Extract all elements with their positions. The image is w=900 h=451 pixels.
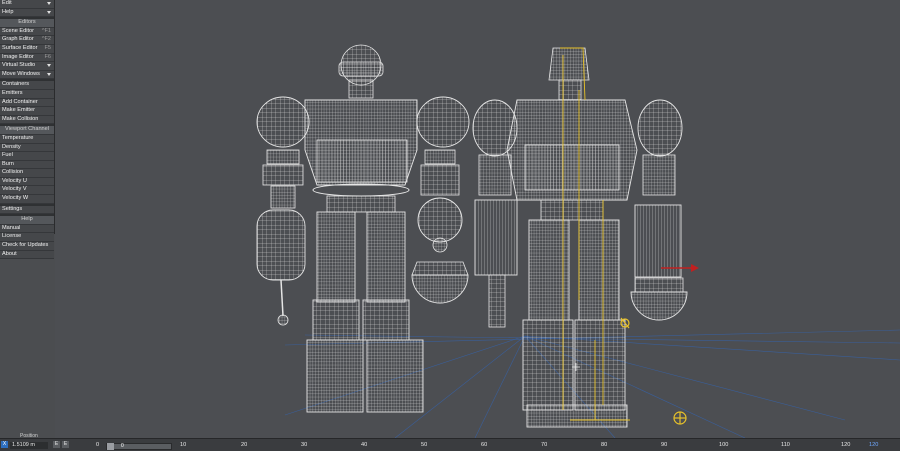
axis-button-e1[interactable]: E	[53, 441, 60, 448]
tick-label: 80	[601, 442, 608, 448]
license-label: License	[2, 233, 22, 240]
channel-temperature[interactable]: Temperature	[0, 134, 54, 144]
channel-collision[interactable]: Collision	[0, 169, 54, 178]
menu-help-label: Help	[2, 8, 14, 15]
tick-label: 50	[421, 442, 428, 448]
surface-editor-shortcut: F5	[44, 44, 51, 51]
make-collision-label: Make Collision	[2, 115, 39, 122]
position-value-field[interactable]: 1.5109 m	[10, 442, 48, 449]
menu-edit[interactable]: Edit	[0, 0, 54, 9]
viewport-canvas[interactable]	[55, 0, 900, 439]
channel-velocity-v[interactable]: Velocity V	[0, 186, 54, 196]
timeline-slider[interactable]: 0	[106, 443, 172, 450]
settings-button[interactable]: Settings	[0, 205, 54, 215]
add-container-button[interactable]: Add Container	[0, 98, 54, 108]
help-header: Help	[0, 216, 54, 225]
dropdown-arrow-icon	[47, 64, 51, 68]
timeline-scrubber[interactable]	[107, 443, 114, 450]
channel-label: Burn	[2, 160, 14, 167]
containers-label: Containers	[2, 81, 30, 88]
channel-label: Density	[2, 143, 21, 150]
position-label: Position	[20, 433, 38, 439]
dropdown-arrow-icon	[47, 2, 51, 5]
menu-edit-label: Edit	[2, 0, 12, 6]
frame-start-label: 0	[96, 442, 100, 448]
tick-label: 40	[361, 442, 368, 448]
channel-fuel[interactable]: Fuel	[0, 152, 54, 161]
channel-label: Temperature	[2, 134, 34, 141]
dropdown-arrow-icon	[47, 72, 51, 76]
tick-label: 10	[180, 442, 187, 448]
move-windows-label: Move Windows	[2, 70, 40, 77]
3d-viewport[interactable]	[55, 0, 900, 439]
graph-editor-label: Graph Editor	[2, 36, 34, 43]
tick-label: 90	[661, 442, 668, 448]
menu-help[interactable]: Help	[0, 8, 54, 18]
make-collision-button[interactable]: Make Collision	[0, 115, 54, 125]
make-emitter-label: Make Emitter	[2, 107, 35, 114]
scene-editor-label: Scene Editor	[2, 27, 35, 34]
null-target-icon[interactable]	[673, 411, 687, 425]
frame-end-field[interactable]: 120	[869, 442, 878, 448]
editors-header: Editors	[0, 19, 54, 28]
containers-button[interactable]: Containers	[0, 81, 54, 90]
image-editor-button[interactable]: Image Editor F6	[0, 53, 54, 63]
channel-label: Velocity U	[2, 177, 27, 184]
robot-model-left[interactable]	[256, 44, 470, 413]
manual-button[interactable]: Manual	[0, 224, 54, 234]
tick-label: 60	[481, 442, 488, 448]
about-button[interactable]: About	[0, 250, 54, 260]
viewport-channel-header: Viewport Channel	[0, 126, 54, 135]
tick-label: 70	[541, 442, 548, 448]
graph-editor-button[interactable]: Graph Editor ^F2	[0, 36, 54, 45]
tick-label: 20	[241, 442, 248, 448]
timeline-bar: Position X 1.5109 m E E 0 0 10 20 30 40 …	[0, 433, 900, 451]
emitters-button[interactable]: Emitters	[0, 89, 54, 99]
check-updates-button[interactable]: Check for Updates	[0, 242, 54, 251]
image-editor-label: Image Editor	[2, 53, 34, 60]
move-windows-menu[interactable]: Move Windows	[0, 70, 54, 80]
virtual-studio-label: Virtual Studio	[2, 62, 36, 69]
channel-label: Velocity V	[2, 186, 27, 193]
scene-editor-button[interactable]: Scene Editor ^F1	[0, 27, 54, 37]
license-button[interactable]: License	[0, 233, 54, 243]
surface-editor-button[interactable]: Surface Editor F5	[0, 44, 54, 54]
add-container-label: Add Container	[2, 98, 38, 105]
image-editor-shortcut: F6	[44, 53, 51, 60]
tick-label: 30	[301, 442, 308, 448]
channel-velocity-w[interactable]: Velocity W	[0, 195, 54, 204]
channel-density[interactable]: Density	[0, 143, 54, 153]
tick-label: 120	[841, 442, 851, 448]
channel-velocity-u[interactable]: Velocity U	[0, 177, 54, 187]
channel-burn[interactable]: Burn	[0, 160, 54, 170]
dropdown-arrow-icon	[47, 10, 51, 14]
channel-label: Collision	[2, 169, 24, 176]
about-label: About	[2, 250, 17, 257]
channel-label: Velocity W	[2, 195, 29, 202]
graph-editor-shortcut: ^F2	[41, 36, 51, 43]
axis-x-button[interactable]: X	[1, 441, 8, 448]
manual-label: Manual	[2, 224, 21, 231]
check-updates-label: Check for Updates	[2, 242, 49, 249]
tick-label: 100	[719, 442, 729, 448]
channel-label: Fuel	[2, 152, 13, 159]
tick-label: 110	[781, 442, 790, 448]
settings-label: Settings	[2, 205, 23, 212]
virtual-studio-menu[interactable]: Virtual Studio	[0, 62, 54, 71]
make-emitter-button[interactable]: Make Emitter	[0, 107, 54, 116]
left-toolbar: Edit Help Editors Scene Editor ^F1 Graph…	[0, 0, 55, 260]
surface-editor-label: Surface Editor	[2, 44, 38, 51]
emitters-label: Emitters	[2, 89, 23, 96]
scene-editor-shortcut: ^F1	[41, 27, 51, 34]
axis-button-e2[interactable]: E	[62, 441, 69, 448]
current-frame-label: 0	[121, 443, 124, 449]
